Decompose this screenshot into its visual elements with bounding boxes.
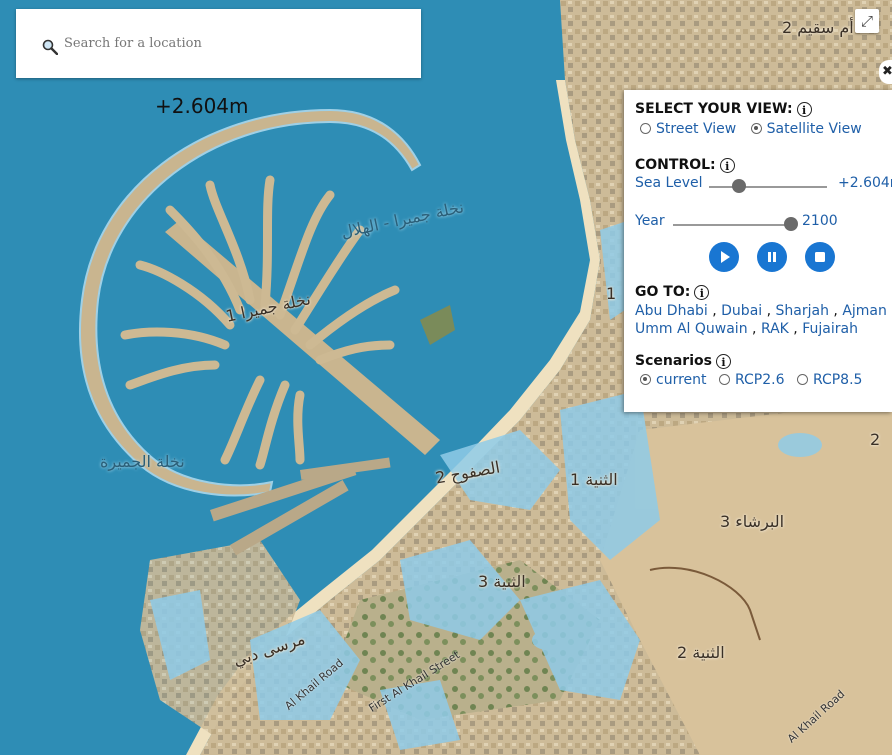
map-label-top-right: أم سقيم 2 bbox=[782, 18, 854, 37]
scenarios-section-title: Scenarios i bbox=[635, 353, 892, 369]
map-label-palm-2: نخلة الجميرة bbox=[100, 452, 185, 471]
year-label: Year bbox=[635, 213, 665, 229]
playback-controls bbox=[635, 242, 892, 274]
goto-rak[interactable]: RAK bbox=[761, 321, 789, 337]
year-track[interactable] bbox=[673, 224, 791, 226]
info-icon[interactable]: i bbox=[694, 284, 710, 300]
goto-fujairah[interactable]: Fujairah bbox=[802, 321, 858, 337]
goto-title-text: GO TO: bbox=[635, 284, 691, 300]
map-label-thaniya-3: الثنية 3 bbox=[478, 572, 526, 591]
year-thumb[interactable] bbox=[784, 217, 798, 231]
view-section-title: SELECT YOUR VIEW: i bbox=[635, 101, 892, 117]
scenario-options: current RCP2.6 RCP8.5 bbox=[640, 372, 892, 388]
sea-level-readout: +2.604m bbox=[155, 94, 249, 118]
street-view-radio[interactable] bbox=[640, 123, 651, 134]
close-icon[interactable]: ✖ bbox=[879, 60, 892, 84]
control-section-title: CONTROL: i bbox=[635, 157, 892, 173]
map-label-barsha: البرشاء 3 bbox=[720, 512, 785, 531]
magnifier-icon[interactable] bbox=[42, 39, 58, 55]
control-title-text: CONTROL: bbox=[635, 157, 716, 173]
play-button[interactable] bbox=[709, 242, 739, 272]
info-icon[interactable]: i bbox=[715, 353, 731, 369]
info-icon[interactable]: i bbox=[796, 101, 812, 117]
sea-level-slider-row: Sea Level +2.604m bbox=[635, 175, 892, 197]
scenario-current-label[interactable]: current bbox=[656, 372, 707, 388]
search-input[interactable]: Search for a location bbox=[64, 36, 202, 51]
goto-ajman[interactable]: Ajman bbox=[842, 303, 887, 319]
scenario-rcp85-radio[interactable] bbox=[796, 374, 808, 385]
year-value: 2100 bbox=[802, 213, 838, 229]
expand-icon[interactable]: ⤢ bbox=[855, 9, 879, 33]
map-label-thaniya-2: الثنية 2 bbox=[677, 643, 725, 662]
search-box[interactable]: Search for a location bbox=[16, 9, 421, 78]
scenarios-title-text: Scenarios bbox=[635, 353, 712, 369]
goto-section-title: GO TO: i bbox=[635, 284, 892, 300]
sea-level-track[interactable] bbox=[709, 186, 827, 188]
street-view-label[interactable]: Street View bbox=[656, 121, 736, 137]
control-panel: SELECT YOUR VIEW: i Street View Satellit… bbox=[624, 90, 892, 412]
view-title-text: SELECT YOUR VIEW: bbox=[635, 101, 793, 117]
pause-icon bbox=[768, 252, 776, 262]
goto-sharjah[interactable]: Sharjah bbox=[776, 303, 829, 319]
satellite-view-radio[interactable] bbox=[750, 123, 762, 134]
goto-line-2: Umm Al Quwain , RAK , Fujairah bbox=[635, 321, 858, 337]
stop-icon bbox=[815, 252, 825, 262]
play-icon bbox=[721, 251, 730, 263]
sea-level-label: Sea Level bbox=[635, 175, 703, 191]
goto-dubai[interactable]: Dubai bbox=[721, 303, 762, 319]
info-icon[interactable]: i bbox=[719, 157, 735, 173]
scenario-rcp26-label[interactable]: RCP2.6 bbox=[735, 372, 785, 388]
stop-button[interactable] bbox=[805, 242, 835, 272]
scenario-rcp26-radio[interactable] bbox=[718, 374, 730, 385]
map-label-thaniya-1: الثنية 1 bbox=[570, 470, 618, 489]
goto-umm-al-quwain[interactable]: Umm Al Quwain bbox=[635, 321, 748, 337]
sea-level-value: +2.604m bbox=[838, 175, 892, 191]
scenario-current-radio[interactable] bbox=[640, 374, 651, 385]
goto-line-1: Abu Dhabi , Dubai , Sharjah , Ajman bbox=[635, 303, 887, 319]
year-slider-row: Year 2100 bbox=[635, 213, 892, 235]
map-label-num-2: 2 bbox=[870, 430, 881, 449]
scenario-rcp85-label[interactable]: RCP8.5 bbox=[813, 372, 863, 388]
sea-level-thumb[interactable] bbox=[731, 179, 746, 193]
satellite-view-label[interactable]: Satellite View bbox=[767, 121, 862, 137]
pause-button[interactable] bbox=[757, 242, 787, 272]
map-label-num-1: 1 bbox=[606, 284, 617, 303]
goto-abu-dhabi[interactable]: Abu Dhabi bbox=[635, 303, 708, 319]
